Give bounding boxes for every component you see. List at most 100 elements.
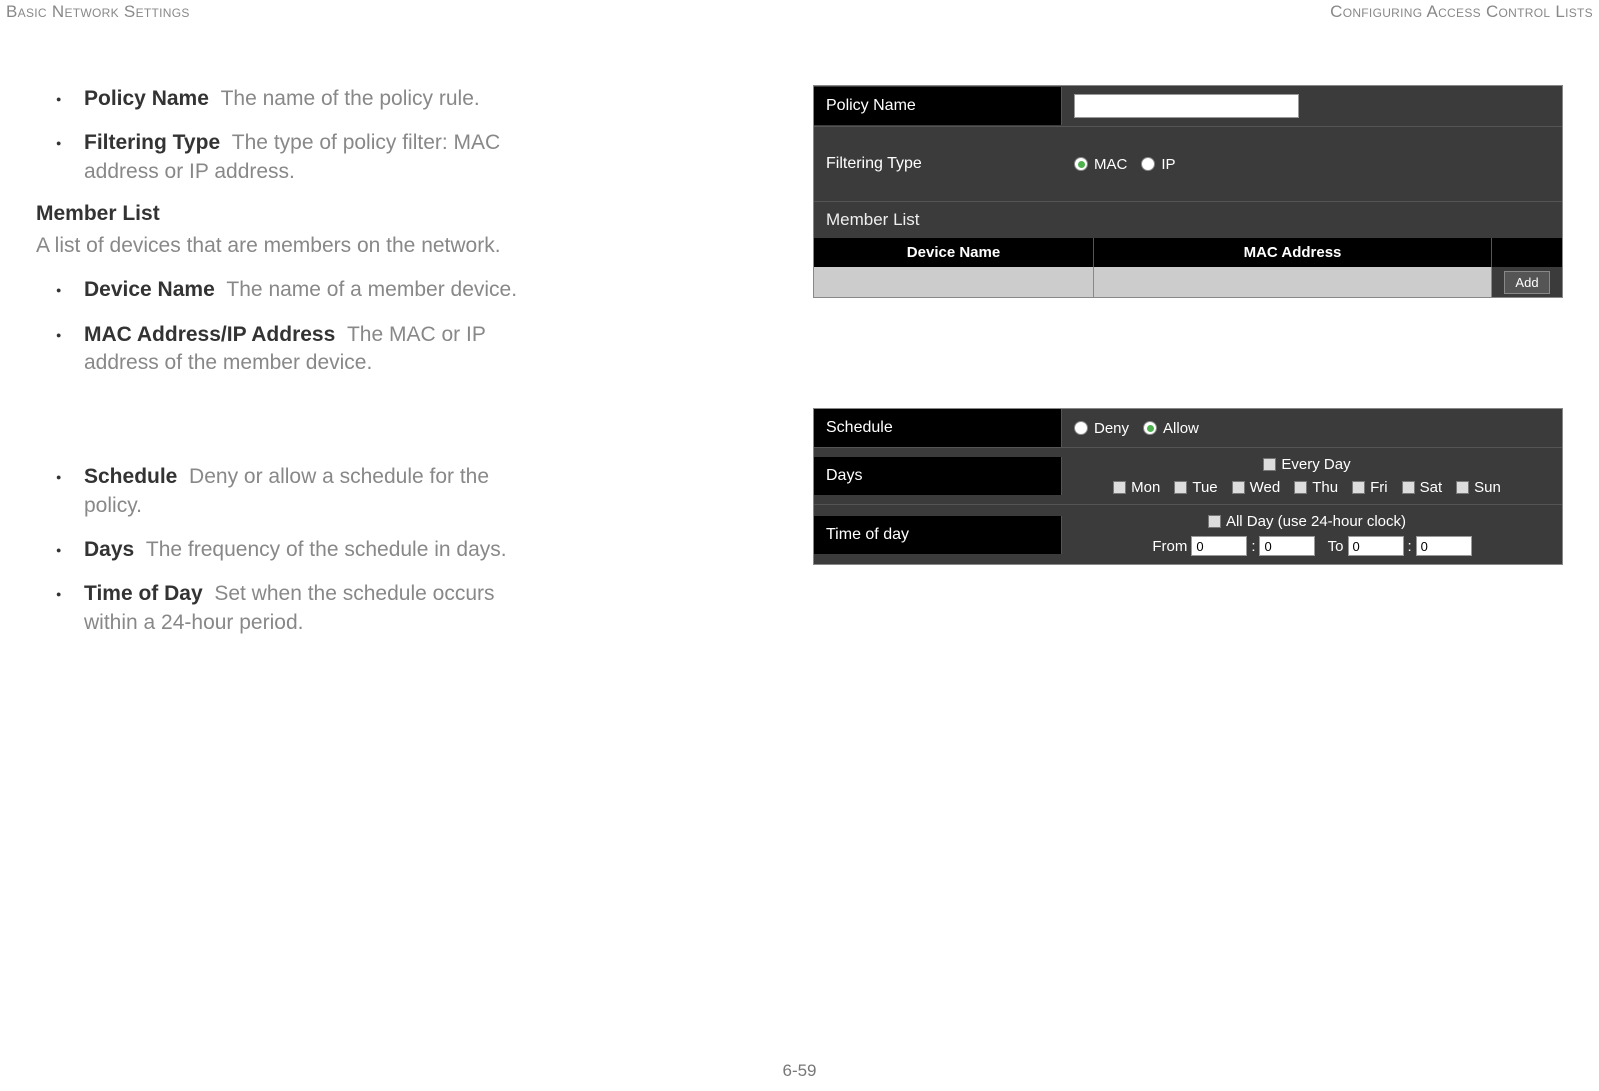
checkbox-label: Mon [1131, 479, 1160, 496]
cell-mac-address[interactable] [1094, 267, 1492, 297]
policy-panel: Policy Name Filtering Type MAC IP [813, 85, 1563, 298]
days-label: Days [814, 457, 1062, 495]
bullet-days: Days The frequency of the schedule in da… [84, 536, 534, 564]
radio-dot-icon [1074, 157, 1088, 171]
from-label: From [1152, 538, 1187, 555]
header-left: Basic Network Settings [6, 2, 190, 22]
term: Time of Day [84, 582, 203, 605]
checkbox-label: Wed [1250, 479, 1281, 496]
colon: : [1251, 538, 1255, 555]
content-area: Policy Name The name of the policy rule.… [36, 85, 1563, 675]
term: Device Name [84, 278, 215, 301]
schedule-row: Schedule Deny Allow [814, 409, 1562, 448]
to-min-input[interactable]: 0 [1416, 536, 1472, 556]
checkbox-wed[interactable]: Wed [1232, 479, 1281, 496]
member-list-heading: Member List [36, 202, 534, 226]
left-column: Policy Name The name of the policy rule.… [36, 85, 534, 653]
checkbox-box-icon [1456, 481, 1469, 494]
checkbox-label: Sat [1420, 479, 1443, 496]
radio-dot-icon [1141, 157, 1155, 171]
filtering-type-row: Filtering Type MAC IP [814, 127, 1562, 202]
bullet-list-3: Schedule Deny or allow a schedule for th… [36, 463, 534, 637]
checkbox-box-icon [1294, 481, 1307, 494]
bullet-policy-name: Policy Name The name of the policy rule. [84, 85, 534, 113]
checkbox-box-icon [1263, 458, 1276, 471]
term: Filtering Type [84, 131, 220, 154]
colon: : [1408, 538, 1412, 555]
checkbox-box-icon [1352, 481, 1365, 494]
checkbox-mon[interactable]: Mon [1113, 479, 1160, 496]
col-device-name: Device Name [814, 238, 1094, 267]
checkbox-label: Sun [1474, 479, 1501, 496]
schedule-label: Schedule [814, 409, 1062, 447]
bullet-list-2: Device Name The name of a member device.… [36, 276, 534, 377]
bullet-device-name: Device Name The name of a member device. [84, 276, 534, 304]
radio-deny-label: Deny [1094, 420, 1129, 437]
bullet-schedule: Schedule Deny or allow a schedule for th… [84, 463, 534, 520]
bullet-time-of-day: Time of Day Set when the schedule occurs… [84, 580, 534, 637]
checkbox-thu[interactable]: Thu [1294, 479, 1338, 496]
cell-actions: Add [1492, 267, 1562, 297]
member-list-desc: A list of devices that are members on th… [36, 232, 534, 260]
checkbox-every-day[interactable]: Every Day [1263, 456, 1350, 473]
add-button[interactable]: Add [1504, 271, 1549, 294]
member-list-title: Member List [814, 202, 1562, 238]
desc: The name of the policy rule. [221, 87, 480, 110]
bullet-mac-ip: MAC Address/IP Address The MAC or IP add… [84, 321, 534, 378]
radio-ip-label: IP [1161, 156, 1175, 173]
policy-name-row: Policy Name [814, 86, 1562, 127]
checkbox-box-icon [1208, 515, 1221, 528]
policy-name-value [1062, 86, 1562, 126]
term: Policy Name [84, 87, 209, 110]
to-hour-input[interactable]: 0 [1348, 536, 1404, 556]
checkbox-label: Every Day [1281, 456, 1350, 473]
radio-deny[interactable]: Deny [1074, 420, 1129, 437]
checkbox-label: Tue [1192, 479, 1217, 496]
table-row: Add [814, 267, 1562, 297]
from-hour-input[interactable]: 0 [1191, 536, 1247, 556]
policy-name-input[interactable] [1074, 94, 1299, 118]
col-mac-address: MAC Address [1094, 238, 1492, 267]
table-header: Device Name MAC Address [814, 238, 1562, 267]
right-column: Policy Name Filtering Type MAC IP [813, 85, 1563, 675]
page-number: 6-59 [0, 1061, 1599, 1081]
schedule-panel: Schedule Deny Allow Days [813, 408, 1563, 565]
radio-dot-icon [1074, 421, 1088, 435]
filtering-type-label: Filtering Type [814, 145, 1062, 183]
term: MAC Address/IP Address [84, 323, 335, 346]
bullet-filtering-type: Filtering Type The type of policy filter… [84, 129, 534, 186]
checkbox-sat[interactable]: Sat [1402, 479, 1443, 496]
bullet-list-1: Policy Name The name of the policy rule.… [36, 85, 534, 186]
checkbox-label: All Day (use 24-hour clock) [1226, 513, 1406, 530]
checkbox-label: Fri [1370, 479, 1388, 496]
checkbox-tue[interactable]: Tue [1174, 479, 1217, 496]
header-right: Configuring Access Control Lists [1330, 2, 1593, 22]
time-of-day-label: Time of day [814, 516, 1062, 554]
filtering-type-value: MAC IP [1062, 148, 1562, 181]
days-value: Every Day Mon Tue Wed Thu Fri Sat Sun [1062, 448, 1562, 504]
from-min-input[interactable]: 0 [1259, 536, 1315, 556]
radio-allow[interactable]: Allow [1143, 420, 1199, 437]
time-of-day-value: All Day (use 24-hour clock) From 0 : 0 T… [1062, 505, 1562, 564]
radio-mac-label: MAC [1094, 156, 1127, 173]
checkbox-all-day[interactable]: All Day (use 24-hour clock) [1208, 513, 1406, 530]
schedule-value: Deny Allow [1062, 412, 1562, 445]
time-of-day-row: Time of day All Day (use 24-hour clock) … [814, 505, 1562, 564]
cell-device-name[interactable] [814, 267, 1094, 297]
term: Schedule [84, 465, 177, 488]
checkbox-box-icon [1174, 481, 1187, 494]
term: Days [84, 538, 134, 561]
desc: The name of a member device. [226, 278, 517, 301]
checkbox-label: Thu [1312, 479, 1338, 496]
radio-ip[interactable]: IP [1141, 156, 1175, 173]
policy-name-label: Policy Name [814, 87, 1062, 125]
desc: The frequency of the schedule in days. [146, 538, 507, 561]
to-label: To [1328, 538, 1344, 555]
checkbox-fri[interactable]: Fri [1352, 479, 1388, 496]
days-row: Days Every Day Mon Tue Wed Thu Fri [814, 448, 1562, 505]
radio-allow-label: Allow [1163, 420, 1199, 437]
radio-mac[interactable]: MAC [1074, 156, 1127, 173]
radio-dot-icon [1143, 421, 1157, 435]
col-actions [1492, 238, 1562, 267]
checkbox-sun[interactable]: Sun [1456, 479, 1501, 496]
